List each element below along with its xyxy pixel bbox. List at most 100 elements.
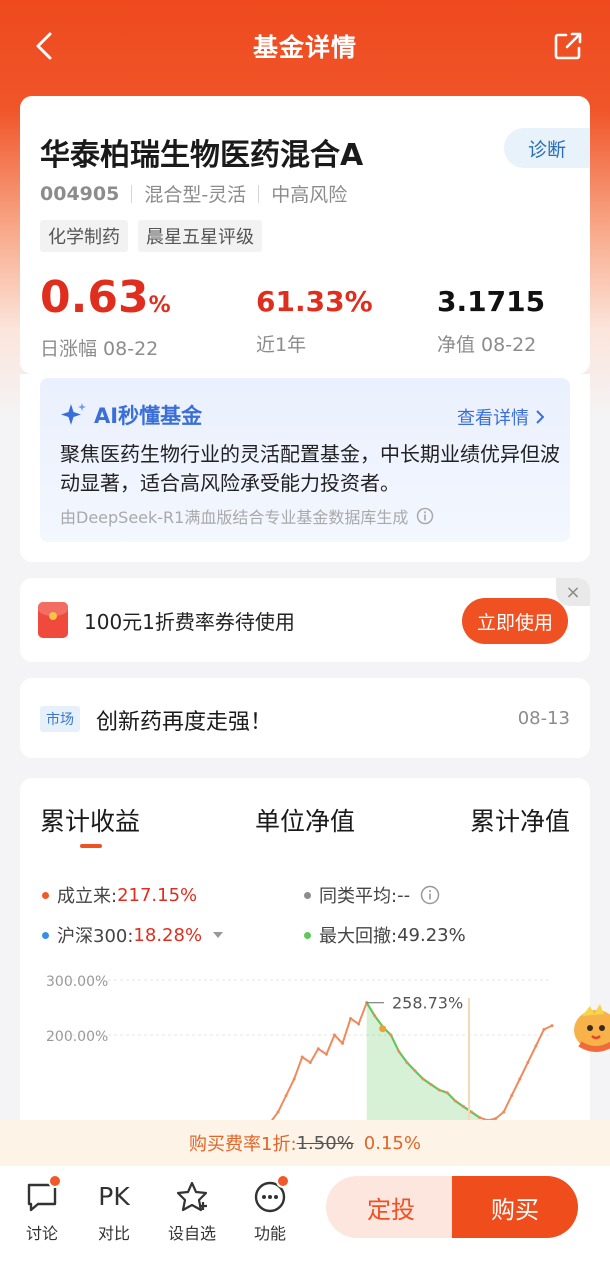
tab-cumulative-return[interactable]: 累计收益 (40, 802, 140, 838)
tab-unit-nav[interactable]: 单位净值 (255, 802, 355, 838)
info-icon[interactable] (416, 507, 434, 525)
legend-dot (42, 891, 49, 899)
back-button[interactable] (26, 26, 62, 66)
nav-compare[interactable]: PK 对比 (84, 1180, 144, 1244)
legend-hs300[interactable]: 沪深300: 18.28% (42, 922, 224, 948)
daily-change-value: 0.63 (40, 272, 149, 323)
data-point (469, 1110, 473, 1114)
data-point (397, 1050, 401, 1053)
data-point (413, 1069, 417, 1073)
peak-label: 258.73% (392, 994, 463, 1013)
data-point (534, 1044, 538, 1048)
legend-label: 同类平均: (319, 886, 398, 907)
data-point (453, 1099, 457, 1103)
tag[interactable]: 晨星五星评级 (138, 220, 262, 252)
data-point (542, 1028, 546, 1031)
data-point (324, 1052, 328, 1056)
data-point (429, 1083, 433, 1086)
fund-summary-card: 华泰柏瑞生物医药混合A 诊断 004905 混合型-灵活 中高风险 化学制药 晨… (20, 96, 590, 374)
legend-label: 最大回撤: (319, 926, 398, 947)
y-tick-label: 200.00% (46, 1029, 108, 1045)
news-card[interactable]: 市场 创新药再度走强！ 08-13 (20, 678, 590, 758)
data-point (421, 1077, 425, 1081)
news-date: 08-13 (517, 708, 570, 729)
performance-chart-card: 累计收益 单位净值 累计净值 成立来: 217.15% 同类平均: -- 沪深300… (20, 778, 590, 1178)
nav-functions[interactable]: 功能 (240, 1174, 300, 1244)
legend-dot (304, 891, 311, 899)
year-return-value: 61.33% (256, 285, 373, 318)
data-point (284, 1094, 288, 1097)
red-envelope-icon (38, 602, 68, 638)
nav-discuss[interactable]: 讨论 (12, 1174, 72, 1244)
data-point (308, 1061, 312, 1064)
data-point (349, 1017, 353, 1020)
y-tick-label: 300.00% (46, 974, 108, 990)
fund-risk: 中高风险 (271, 184, 348, 206)
nav-value: 3.1715 (437, 285, 546, 318)
ai-source-text: 由DeepSeek-R1满血版结合专业基金数据库生成 (60, 508, 409, 527)
fund-name: 华泰柏瑞生物医药混合A (40, 138, 364, 173)
nav-label: 功能 (253, 1224, 286, 1243)
news-badge: 市场 (40, 706, 80, 732)
marker-dot (379, 1025, 387, 1033)
nav-label: 净值 08-22 (437, 334, 537, 356)
ai-source: 由DeepSeek-R1满血版结合专业基金数据库生成 (60, 504, 434, 528)
divider (258, 184, 260, 203)
use-coupon-button[interactable]: 立即使用 (462, 598, 568, 644)
data-point (389, 1033, 393, 1037)
data-point (341, 1041, 345, 1045)
chevron-right-icon (536, 410, 544, 424)
info-icon[interactable] (420, 885, 440, 905)
page-title: 基金详情 (252, 33, 357, 62)
fund-tags: 化学制药 晨星五星评级 (40, 220, 262, 252)
data-point (550, 1024, 554, 1028)
chevron-left-icon (36, 32, 52, 60)
data-point (405, 1061, 409, 1064)
status-bar (0, 0, 610, 8)
ai-more-label: 查看详情 (457, 408, 529, 429)
promo-old-rate: 1.50% (296, 1132, 354, 1154)
notification-dot (276, 1174, 290, 1188)
fund-code: 004905 (40, 182, 120, 205)
notification-dot (48, 1174, 62, 1188)
diagnose-button[interactable]: 诊断 (504, 128, 590, 168)
close-icon[interactable]: × (556, 578, 590, 606)
ai-summary-box[interactable]: AI秒懂基金 查看详情 聚焦医药生物行业的灵活配置基金，中长期业绩优异但波动显著… (40, 378, 570, 542)
data-point (437, 1088, 441, 1092)
data-point (373, 1014, 377, 1018)
share-button[interactable] (550, 28, 586, 64)
active-tab-indicator (80, 844, 102, 848)
data-point (292, 1077, 296, 1081)
data-point (300, 1055, 304, 1059)
auto-invest-button[interactable]: 定投 (326, 1176, 456, 1238)
share-icon (554, 32, 582, 60)
news-headline: 创新药再度走强！ (96, 710, 273, 735)
data-point (461, 1105, 465, 1108)
sparkle-icon (61, 403, 86, 425)
nav-add-watchlist[interactable]: 设自选 (162, 1180, 222, 1244)
tab-cumulative-nav[interactable]: 累计净值 (470, 802, 570, 838)
fund-meta: 004905 混合型-灵活 中高风险 (40, 180, 347, 207)
pk-icon: PK (98, 1182, 130, 1211)
nav-stat: 3.1715 净值 08-22 (437, 274, 545, 357)
data-point (357, 1022, 361, 1026)
data-point (445, 1091, 449, 1095)
buy-button[interactable]: 购买 (452, 1176, 578, 1238)
promo-new-rate: 0.15% (363, 1132, 421, 1154)
mascot-icon[interactable] (568, 998, 610, 1062)
promo-text: 购买费率1折: (189, 1134, 297, 1155)
coupon-card: 100元1折费率券待使用 立即使用 × (20, 578, 590, 662)
return-line-chart[interactable]: 300.00% 200.00% 258.73% (20, 958, 590, 1120)
star-add-icon (176, 1181, 208, 1212)
legend-label: 沪深300: (57, 926, 134, 947)
data-point (526, 1061, 530, 1064)
top-bar: 基金详情 (0, 14, 610, 78)
legend-since-inception: 成立来: 217.15% (42, 882, 197, 908)
legend-label: 成立来: (57, 886, 118, 907)
ai-more-link[interactable]: 查看详情 (457, 404, 544, 430)
fund-type: 混合型-灵活 (144, 184, 247, 206)
data-point (477, 1116, 481, 1119)
legend-dot (42, 931, 49, 939)
legend-peer-average: 同类平均: -- (304, 882, 440, 908)
tag[interactable]: 化学制药 (40, 220, 128, 252)
